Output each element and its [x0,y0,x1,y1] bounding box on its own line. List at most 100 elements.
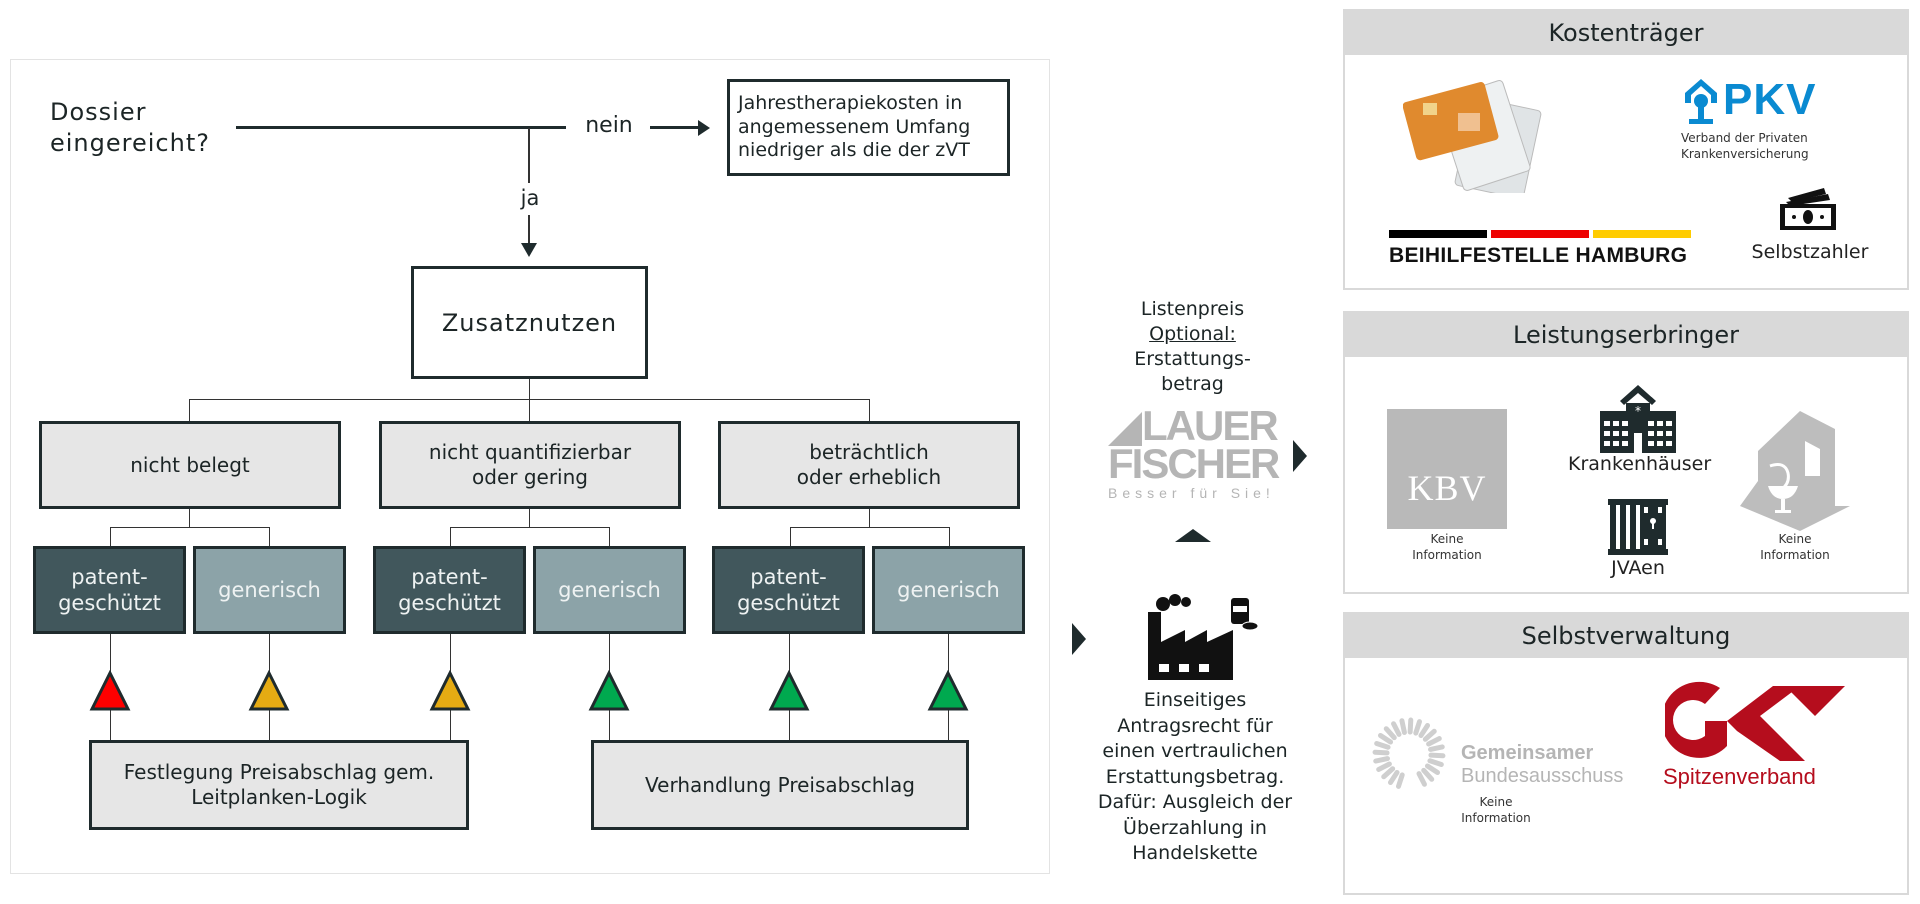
arrow-right-icon [1293,440,1307,472]
connector [949,527,950,547]
subtype-label: patent- [750,564,827,589]
gba-dash [1424,763,1441,776]
connector [790,527,791,547]
connector [450,527,451,547]
gba-dash [1418,722,1431,739]
gba-dash [1428,752,1446,759]
manufacturer-line: Handelskette [1132,842,1258,864]
outcome-label: Leitplanken-Logik [191,785,367,809]
fischer-text: FISCHER [1108,440,1280,487]
category-betraechtlich: beträchtlich oder erheblich [718,421,1020,509]
signal-triangle-red [89,670,131,711]
selbstzahler-text: Selbstzahler [1751,241,1869,263]
money-icon [1780,188,1836,230]
gba-dash [1422,728,1437,742]
flag-stripe-red [1491,230,1589,238]
jvaen-text: JVAen [1611,557,1665,579]
panel-title: Leistungserbringer [1345,313,1907,357]
subtype-patented: patent- geschützt [373,546,526,634]
outcome-label: Festlegung Preisabschlag gem. [123,760,435,784]
gba-text: Bundesausschuss [1461,765,1624,787]
factory-icon [1148,594,1259,680]
gba-dash [1391,721,1402,737]
arrow-right-icon [1072,623,1086,655]
signal-triangle-green [927,670,969,711]
connector [529,399,530,421]
krankenhaeuser-text: Krankenhäuser [1568,453,1712,475]
outcome-label: Verhandlung Preisabschlag [645,772,915,797]
gba-text: Gemeinsamer [1461,742,1594,764]
yes-line-bottom [528,215,530,245]
beihilfe-text: BEIHILFESTELLE HAMBURG [1389,244,1688,267]
manufacturer-line: Einseitiges [1143,689,1247,711]
gba-dash [1387,769,1400,786]
outcome-festlegung: Festlegung Preisabschlag gem. Leitplanke… [89,740,469,830]
no-arrow-line [650,126,700,129]
note-line: Keine [1778,532,1812,546]
arrow-right-icon [698,120,710,136]
no-label: nein [585,113,633,138]
price-line: Erstattungs- [1134,348,1251,370]
note-line: Keine [1479,795,1513,809]
gba-dash [1426,736,1442,747]
price-text: Listenpreis Optional: Erstattungs- betra… [1105,297,1280,397]
subtype-generic: generisch [872,546,1025,634]
connector [189,399,190,421]
zusatznutzen-box: Zusatznutzen [411,266,648,379]
category-label: oder gering [472,465,588,489]
connector [790,527,950,528]
dossier-question: Dossier eingereicht? [50,97,210,159]
yes-label: ja [520,186,540,210]
kbv-note: Keine Information [1387,532,1507,563]
connector [110,527,111,547]
arrow-down-icon [521,243,537,257]
subtype-patented: patent- geschützt [33,546,186,634]
category-label: nicht belegt [130,452,250,477]
gba-dash [1399,718,1407,735]
subtype-label: patent- [411,564,488,589]
subtype-generic: generisch [193,546,346,634]
subtype-label: generisch [558,577,661,602]
gba-dash [1395,772,1405,789]
gba-dash [1381,766,1396,780]
signal-triangle-green [768,670,810,711]
note-line: Information [1760,547,1830,562]
arrow-up-icon [1175,529,1211,542]
connector [110,527,270,528]
subtype-patented: patent- geschützt [712,546,865,634]
manufacturer-line: Antragsrecht für [1117,714,1273,737]
gba-dash [1427,758,1444,768]
connector [269,527,270,547]
panel-selbstverwaltung: Selbstverwaltung Gemeinsamer Bundesaussc… [1343,612,1909,895]
pkv-subtitle: Krankenversicherung [1681,147,1809,161]
note-line: Keine [1430,532,1464,546]
lauer-tagline: Besser für Sie! [1108,485,1275,501]
no-result-line: niedriger als die der zVT [738,139,970,162]
connector [450,527,610,528]
flag-stripe-gold [1593,230,1691,238]
gba-dash [1413,719,1423,736]
gba-dash [1407,717,1414,735]
category-label: oder erheblich [796,465,942,489]
panel-kostentraeger: Kostenträger PKV Verband der Privaten Kr… [1343,9,1909,290]
decision-line [236,126,566,129]
kbv-text: KBV [1407,468,1487,508]
hospital-icon: * [1600,385,1676,453]
subtype-label: geschützt [58,591,161,615]
category-nicht-belegt: nicht belegt [39,421,341,509]
manufacturer-line: Dafür: Ausgleich der [1097,791,1293,813]
pkv-subtitle: Verband der Privaten [1681,131,1808,145]
gba-dash [1416,771,1427,787]
gba-dash [1428,744,1445,752]
manufacturer-line: Erstattungsbetrag. [1105,765,1285,788]
subtype-label: geschützt [737,591,840,615]
subtype-label: generisch [897,577,1000,602]
pkv-emblem-icon [1685,79,1717,124]
pkv-text: PKV [1723,75,1817,124]
subtype-label: generisch [218,577,321,602]
connector [189,509,190,527]
connector [529,509,530,527]
note-line: Information [1461,810,1531,825]
gba-circle-icon [1372,717,1446,789]
connector [869,399,870,421]
